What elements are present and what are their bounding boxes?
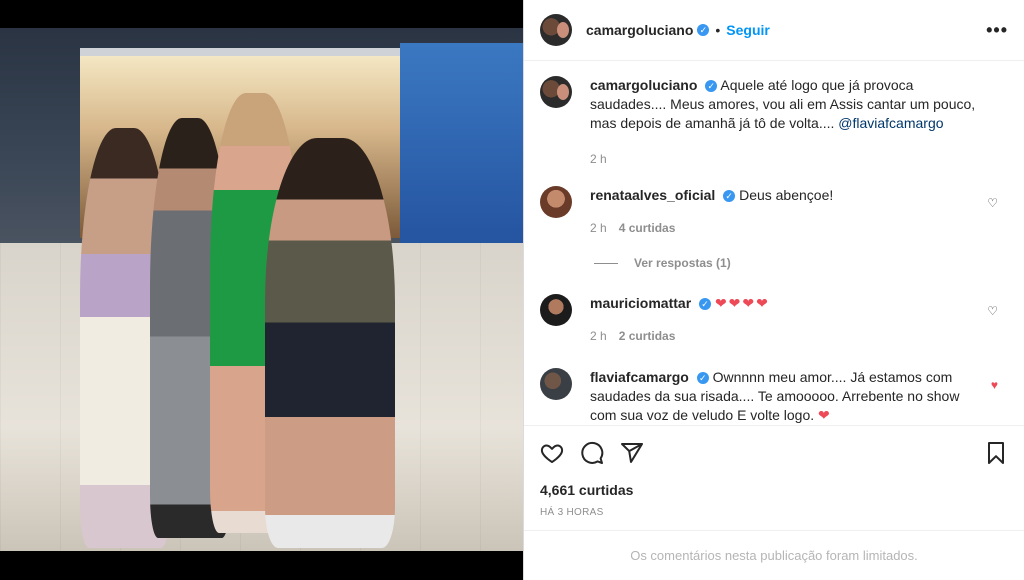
- verified-icon: ✓: [696, 372, 709, 385]
- post-actions: [524, 425, 1024, 479]
- heart-small-icon[interactable]: ♥: [991, 378, 998, 392]
- view-replies-label: Ver respostas (1): [634, 256, 731, 270]
- verified-icon: ✓: [705, 80, 718, 93]
- photo-person: [265, 138, 395, 548]
- share-icon[interactable]: [620, 441, 644, 465]
- author-avatar[interactable]: [540, 14, 572, 46]
- verified-icon: ✓: [723, 190, 736, 203]
- comments-limited-text: Os comentários nesta publicação foram li…: [630, 548, 918, 563]
- comment-item: renataalves_oficial ✓ Deus abençoe! 2 h 4…: [540, 186, 1010, 238]
- author-username[interactable]: camargoluciano: [586, 22, 693, 38]
- comment-username[interactable]: renataalves_oficial: [590, 187, 715, 203]
- comment-username[interactable]: flaviafcamargo: [590, 369, 689, 385]
- verified-icon: ✓: [699, 298, 712, 311]
- comment-likes[interactable]: 4 curtidas: [619, 221, 676, 235]
- comment-time[interactable]: 2 h: [590, 152, 607, 166]
- comment-text: Deus abençoe!: [739, 187, 834, 203]
- comment-likes[interactable]: 2 curtidas: [619, 329, 676, 343]
- heart-small-icon[interactable]: ♡: [987, 304, 998, 318]
- follow-button[interactable]: Seguir: [726, 22, 770, 38]
- comment-avatar[interactable]: [540, 76, 572, 108]
- mention-link[interactable]: @flaviafcamargo: [838, 115, 943, 131]
- comment-avatar[interactable]: [540, 186, 572, 218]
- view-replies-button[interactable]: Ver respostas (1): [594, 256, 731, 270]
- comment-item: mauriciomattar ✓ ❤❤❤❤ 2 h 2 curtidas ♡: [540, 294, 1010, 346]
- comment-avatar[interactable]: [540, 368, 572, 400]
- replies-line: [594, 262, 618, 264]
- comment-username[interactable]: camargoluciano: [590, 77, 697, 93]
- comment-icon[interactable]: [580, 441, 604, 465]
- heart-emoji: ❤: [818, 407, 832, 423]
- verified-icon: ✓: [697, 24, 710, 36]
- comment-item: flaviafcamargo ✓ Ownnnn meu amor.... Já …: [540, 368, 1010, 425]
- heart-icon[interactable]: [540, 441, 564, 465]
- photo-panel: [0, 0, 523, 580]
- post-sidebar: camargoluciano ✓ • Seguir ••• camargoluc…: [523, 0, 1024, 580]
- caption-comment: camargoluciano ✓ Aquele até logo que já …: [540, 76, 1010, 169]
- comment-username[interactable]: mauriciomattar: [590, 295, 691, 311]
- comments-list[interactable]: camargoluciano ✓ Aquele até logo que já …: [524, 62, 1024, 425]
- likes-count[interactable]: 4,661 curtidas: [540, 482, 633, 498]
- photo-store-wall: [400, 43, 523, 243]
- bookmark-icon[interactable]: [984, 441, 1008, 465]
- post-time[interactable]: HÁ 3 HORAS: [540, 507, 604, 518]
- comments-limited-notice: Os comentários nesta publicação foram li…: [524, 530, 1024, 580]
- post-photo[interactable]: [0, 28, 523, 551]
- more-options-icon[interactable]: •••: [986, 20, 1008, 41]
- heart-small-icon[interactable]: ♡: [987, 196, 998, 210]
- comment-text: ❤❤❤❤: [714, 295, 770, 311]
- post-header: camargoluciano ✓ • Seguir •••: [524, 0, 1024, 61]
- comment-avatar[interactable]: [540, 294, 572, 326]
- comment-time[interactable]: 2 h: [590, 221, 607, 235]
- separator-dot: •: [715, 22, 721, 38]
- comment-time[interactable]: 2 h: [590, 329, 607, 343]
